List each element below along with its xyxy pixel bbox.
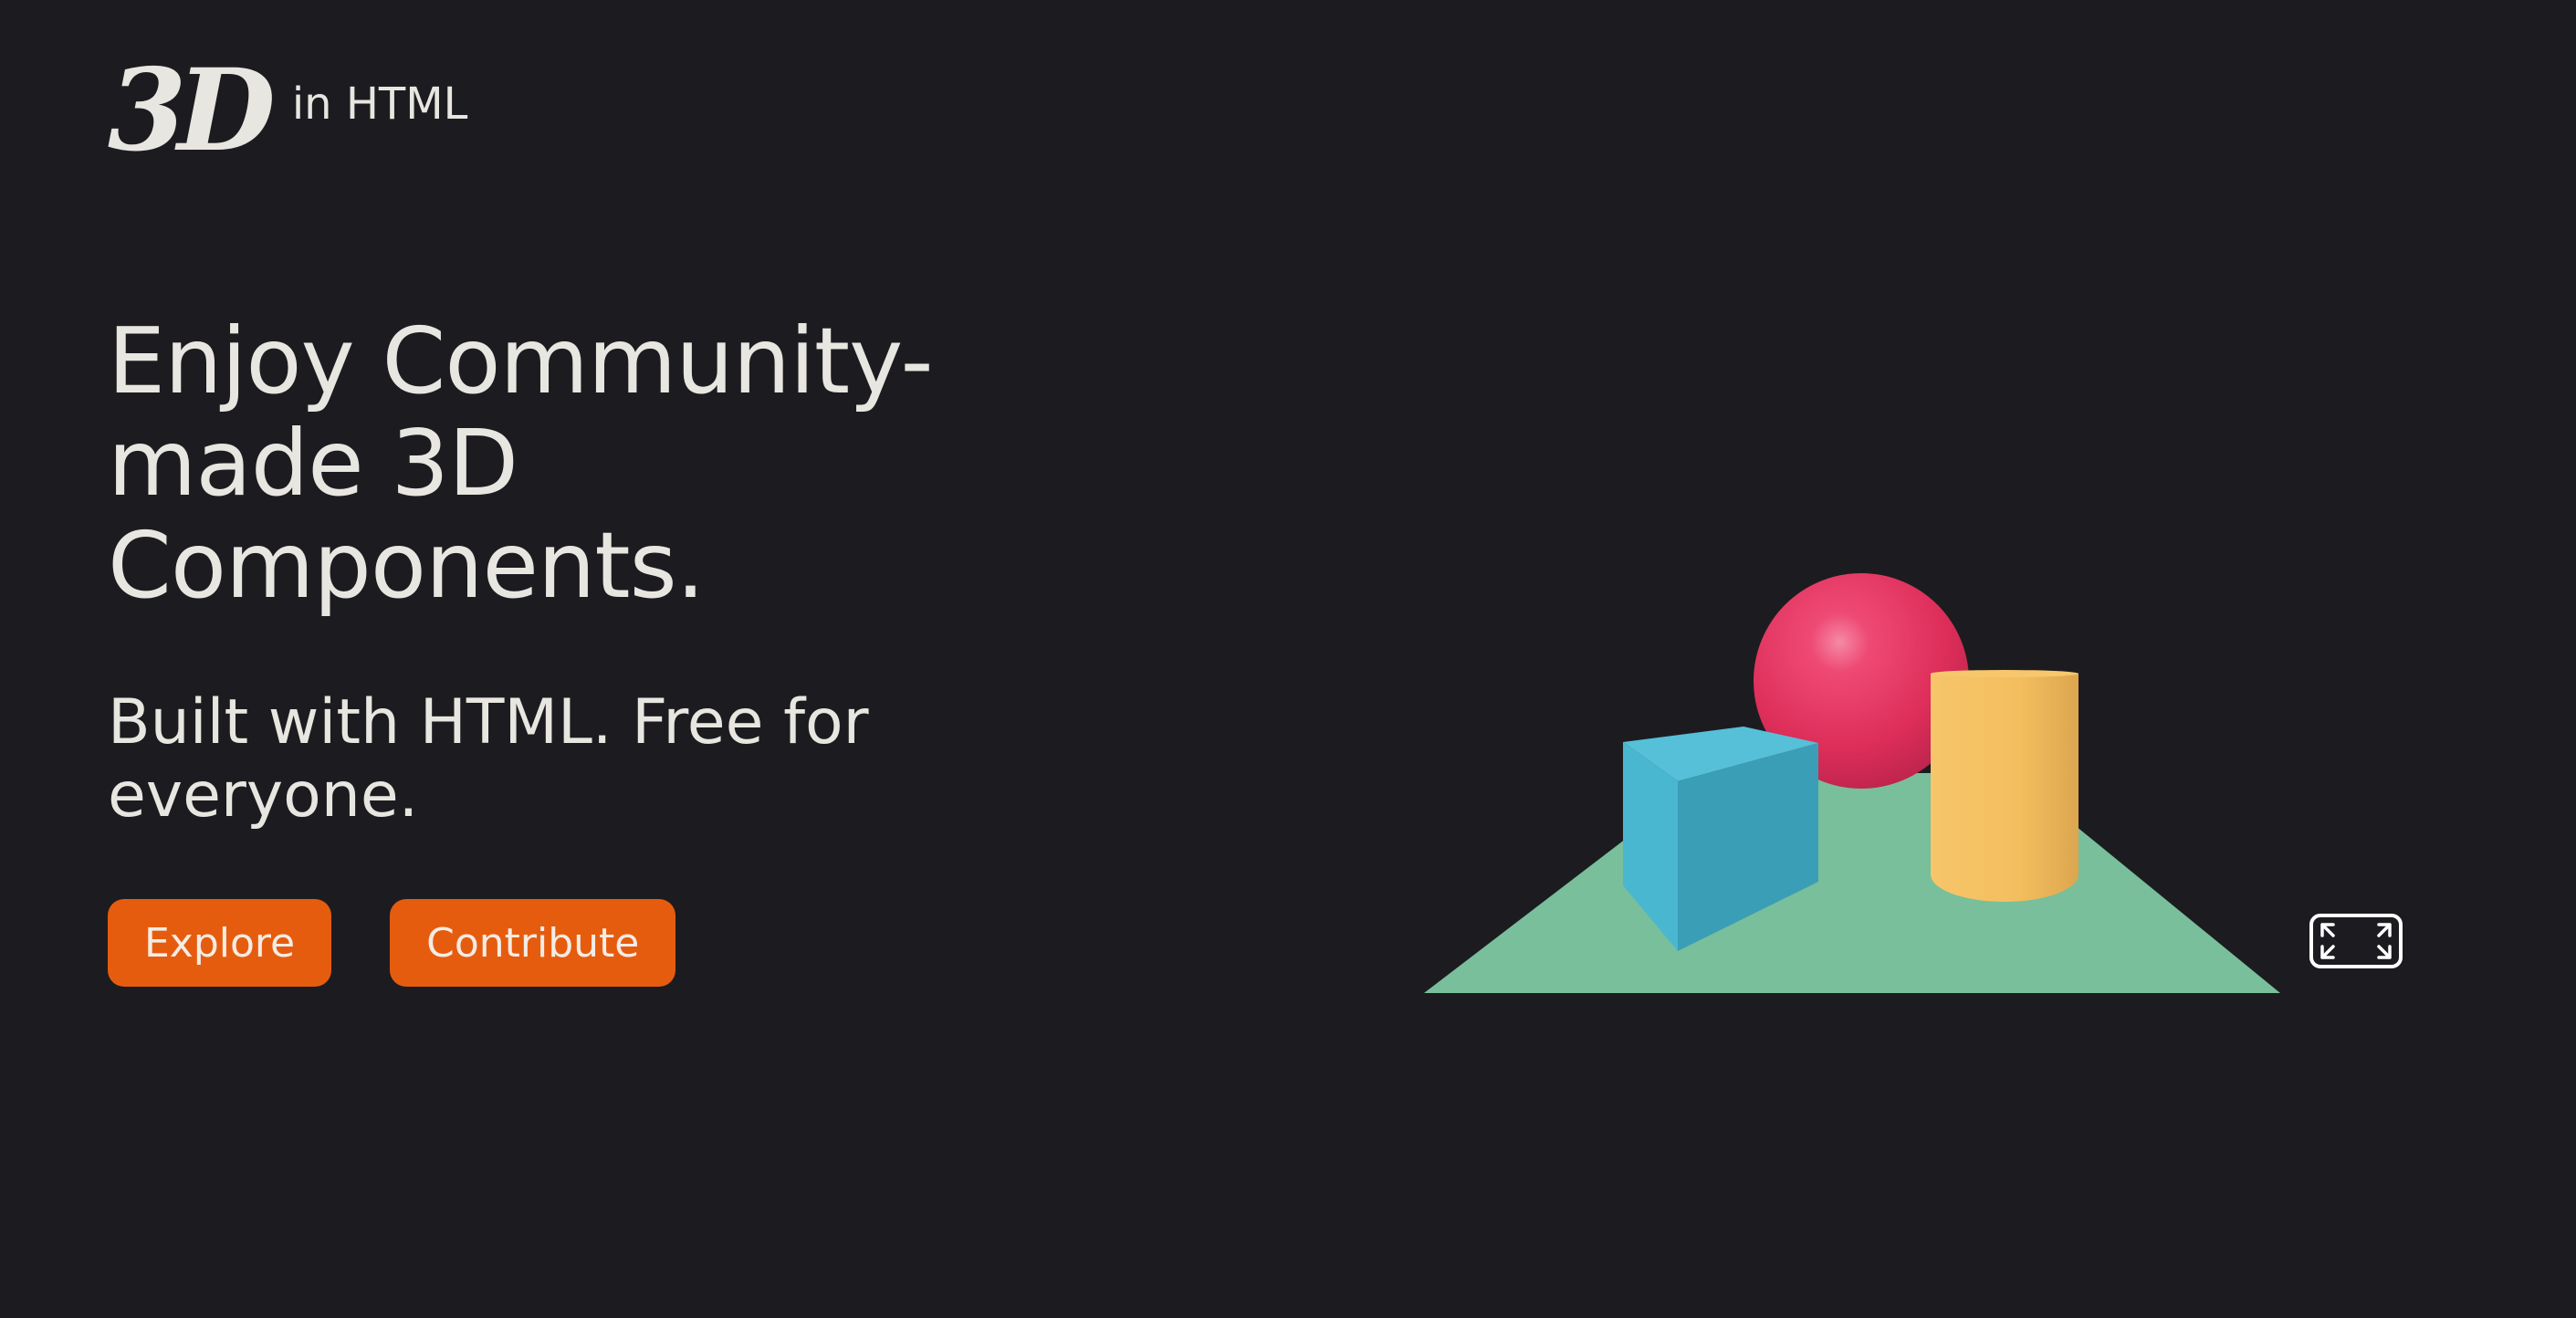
hero-subhead: Built with HTML. Free for everyone. bbox=[108, 686, 869, 832]
fullscreen-button[interactable] bbox=[2309, 914, 2403, 968]
ground-plane bbox=[1424, 773, 2280, 993]
logo-suffix: in HTML bbox=[291, 78, 468, 130]
explore-button[interactable]: Explore bbox=[108, 899, 332, 987]
hero-headline: Enjoy Community-made 3D Components. bbox=[108, 308, 934, 619]
logo-mark: 3D bbox=[108, 45, 276, 177]
expand-icon bbox=[2320, 923, 2392, 959]
cta-buttons: Explore Contribute bbox=[108, 899, 676, 987]
contribute-button[interactable]: Contribute bbox=[390, 899, 676, 987]
cylinder bbox=[1931, 670, 2079, 902]
site-logo[interactable]: 3D in HTML bbox=[108, 55, 467, 168]
3d-scene[interactable] bbox=[1424, 566, 2337, 1004]
